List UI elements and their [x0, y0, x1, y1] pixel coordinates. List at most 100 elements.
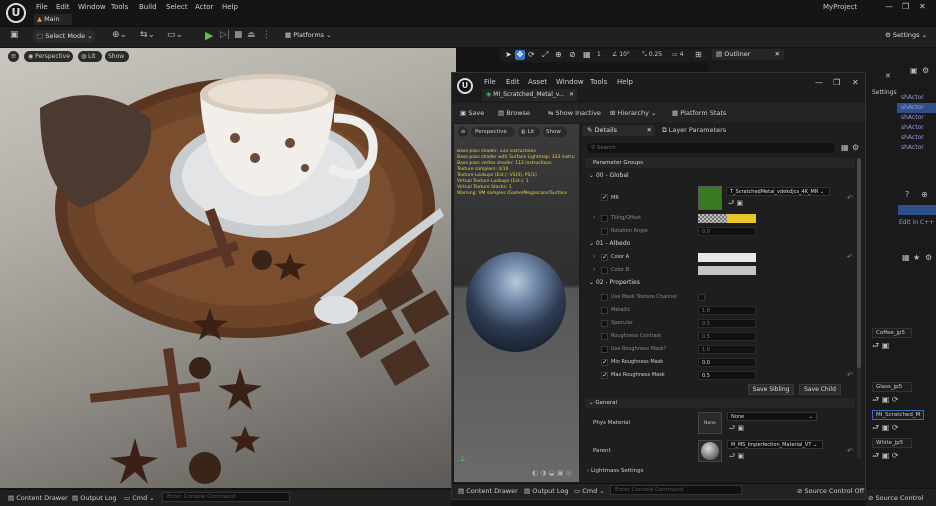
more-options-icon[interactable]: ⋮ — [262, 30, 271, 40]
add-content-icon[interactable]: ⊕⌄ — [112, 30, 127, 40]
list-item[interactable]: shActor — [897, 143, 936, 153]
maximize-icon[interactable]: ❐ — [902, 2, 909, 11]
parent-thumb[interactable] — [698, 440, 722, 462]
platforms-button[interactable]: ▦ Platforms ⌄ — [285, 31, 332, 39]
max-roughness-reset-icon[interactable]: ↶ — [847, 371, 853, 379]
me-cmd-button[interactable]: ▭ Cmd ⌄ — [574, 487, 605, 495]
me-console-input[interactable]: Enter Console Command — [610, 485, 742, 495]
prop-value-input[interactable]: 0.0 — [698, 358, 756, 367]
details-close-icon[interactable]: ✕ — [647, 125, 652, 136]
parent-reset-icon[interactable]: ↶ — [847, 447, 853, 455]
me-menu-file[interactable]: File — [484, 78, 496, 86]
me-menu-help[interactable]: Help — [617, 78, 633, 86]
expand-icon[interactable]: › — [593, 266, 595, 273]
material-editor-logo[interactable]: U — [457, 78, 473, 94]
prop-value-input[interactable]: 1.0 — [698, 306, 756, 315]
me-hierarchy-button[interactable]: ⊞ Hierarchy ⌄ — [610, 109, 656, 117]
mr-reset-icon[interactable]: ↶ — [847, 194, 853, 202]
group-global[interactable]: ⌄ 00 - Global — [585, 172, 855, 184]
tiling-checkbox[interactable] — [601, 215, 608, 222]
output-log-button[interactable]: ▤ Output Log — [72, 494, 117, 502]
menu-window[interactable]: Window — [78, 3, 106, 11]
translate-tool-icon[interactable]: ✥ — [515, 50, 525, 60]
group-properties[interactable]: ⌄ 02 - Properties — [585, 279, 855, 291]
asset-browse-icons[interactable]: ⮐ ▣ ⟳ — [872, 422, 899, 436]
maximize-viewport-icon[interactable]: ⊞ — [695, 50, 702, 59]
surface-snap-icon[interactable]: ⊘ — [569, 50, 576, 59]
preview-show-button[interactable]: Show — [543, 127, 567, 137]
prop-value-input[interactable]: 1.0 — [698, 345, 756, 354]
lit-button[interactable]: ◍ Lit — [78, 51, 102, 62]
expand-icon[interactable]: › — [593, 253, 595, 260]
grid-snap-value[interactable]: 1 — [597, 51, 601, 58]
asset-dropdown-glass[interactable]: Glass_jp5 — [872, 382, 912, 392]
viewport-menu-icon[interactable]: ≡ — [8, 51, 19, 62]
outliner-add-icon[interactable]: ▣ — [910, 66, 918, 75]
angle-snap-value[interactable]: ∠ 10° — [612, 51, 630, 58]
me-save-button[interactable]: ▣ Save — [460, 109, 484, 117]
selected-component[interactable] — [898, 205, 936, 215]
scale-tool-icon[interactable]: ⤢ — [542, 50, 548, 60]
me-menu-asset[interactable]: Asset — [528, 78, 547, 86]
details-search-input[interactable]: ⚲ Search — [587, 143, 835, 153]
menu-help[interactable]: Help — [222, 3, 238, 11]
rotation-input[interactable]: 0.0 — [698, 227, 756, 236]
group-albedo[interactable]: ⌄ 01 - Albedo — [585, 240, 855, 252]
level-viewport[interactable]: ≡ ◉ Perspective ◍ Lit Show — [0, 48, 456, 488]
prop-checkbox[interactable] — [601, 346, 608, 353]
me-show-inactive-button[interactable]: ⇆ Show Inactive — [548, 109, 601, 117]
details-view-icon[interactable]: ▦ — [841, 143, 849, 152]
asset-dropdown-coffee[interactable]: Coffee_jp5 — [872, 328, 912, 338]
me-menu-window[interactable]: Window — [556, 78, 584, 86]
world-icon[interactable]: ⊕ — [555, 50, 562, 59]
mr-checkbox[interactable] — [601, 193, 608, 201]
outliner-tab[interactable]: ▤ Outliner ✕ — [712, 49, 784, 60]
preview-perspective-button[interactable]: Perspective — [471, 127, 515, 137]
phys-material-thumb[interactable]: None — [698, 412, 722, 434]
outliner-close-icon[interactable]: ✕ — [775, 49, 780, 60]
asset-dropdown-scratched[interactable]: MI_Scratched_M — [872, 410, 924, 420]
asset-dropdown-white[interactable]: White_jp5 — [872, 438, 912, 448]
content-drawer-button[interactable]: ▤ Content Drawer — [8, 494, 68, 502]
select-tool-icon[interactable]: ➤ — [505, 50, 512, 59]
color-a-swatch[interactable] — [698, 253, 756, 262]
list-item[interactable]: shActor — [897, 133, 936, 143]
me-minimize-icon[interactable]: — — [815, 78, 823, 87]
grid-snap-icon[interactable]: ▦ — [583, 50, 591, 59]
tiling-color-swatch[interactable] — [727, 214, 756, 223]
close-icon[interactable]: ✕ — [919, 2, 926, 11]
menu-select[interactable]: Select — [166, 3, 188, 11]
me-browse-button[interactable]: ▤ Browse — [498, 109, 530, 117]
parent-browse-icons[interactable]: ⮐ ▣ — [729, 452, 744, 463]
preview-lit-button[interactable]: ◍ Lit — [518, 127, 540, 137]
scale-snap-value[interactable]: ⤡ 0.25 — [642, 51, 662, 59]
rotation-checkbox[interactable] — [601, 228, 608, 235]
minimize-icon[interactable]: — — [885, 2, 893, 11]
prop-checkbox[interactable] — [601, 371, 608, 379]
expand-icon[interactable]: › — [593, 214, 595, 221]
prop-checkbox[interactable] — [601, 358, 608, 366]
color-a-checkbox[interactable] — [601, 253, 608, 261]
edit-in-cpp-link[interactable]: Edit in C++ — [899, 219, 934, 226]
lightmass-settings-row[interactable]: › Lightmass Settings — [587, 468, 643, 474]
menu-tools[interactable]: Tools — [111, 3, 128, 11]
preview-bottom-icons[interactable]: ◐ ◑ ◒ ▣ ◎ — [532, 469, 572, 477]
details-settings-icon[interactable]: ⚙ — [925, 253, 932, 262]
play-icon[interactable]: ▶ — [205, 29, 213, 42]
step-icon[interactable]: ▷| — [220, 30, 230, 40]
general-header[interactable]: ⌄ General — [585, 398, 855, 408]
mr-texture-dropdown[interactable]: T_ScratchedMetal_vdekdjcs_4K_MR ⌄ — [726, 187, 830, 196]
color-b-swatch[interactable] — [698, 266, 756, 275]
console-input[interactable]: Enter Console Command — [162, 492, 290, 502]
outliner-close-window-icon[interactable]: ✕ — [885, 72, 891, 80]
prop-checkbox[interactable] — [601, 307, 608, 314]
scrollbar-thumb[interactable] — [857, 158, 861, 368]
help-icon[interactable]: ? — [905, 190, 909, 199]
grid-view-icon[interactable]: ▦ — [902, 253, 910, 262]
tiling-checker-swatch[interactable] — [698, 214, 727, 223]
prop-value-input[interactable]: 0.5 — [698, 332, 756, 341]
mr-thumbnail[interactable] — [698, 186, 722, 210]
asset-browse-icons[interactable]: ⮐ ▣ ⟳ — [872, 450, 899, 464]
me-menu-tools[interactable]: Tools — [590, 78, 607, 86]
cinematics-icon[interactable]: ▭⌄ — [167, 30, 183, 40]
